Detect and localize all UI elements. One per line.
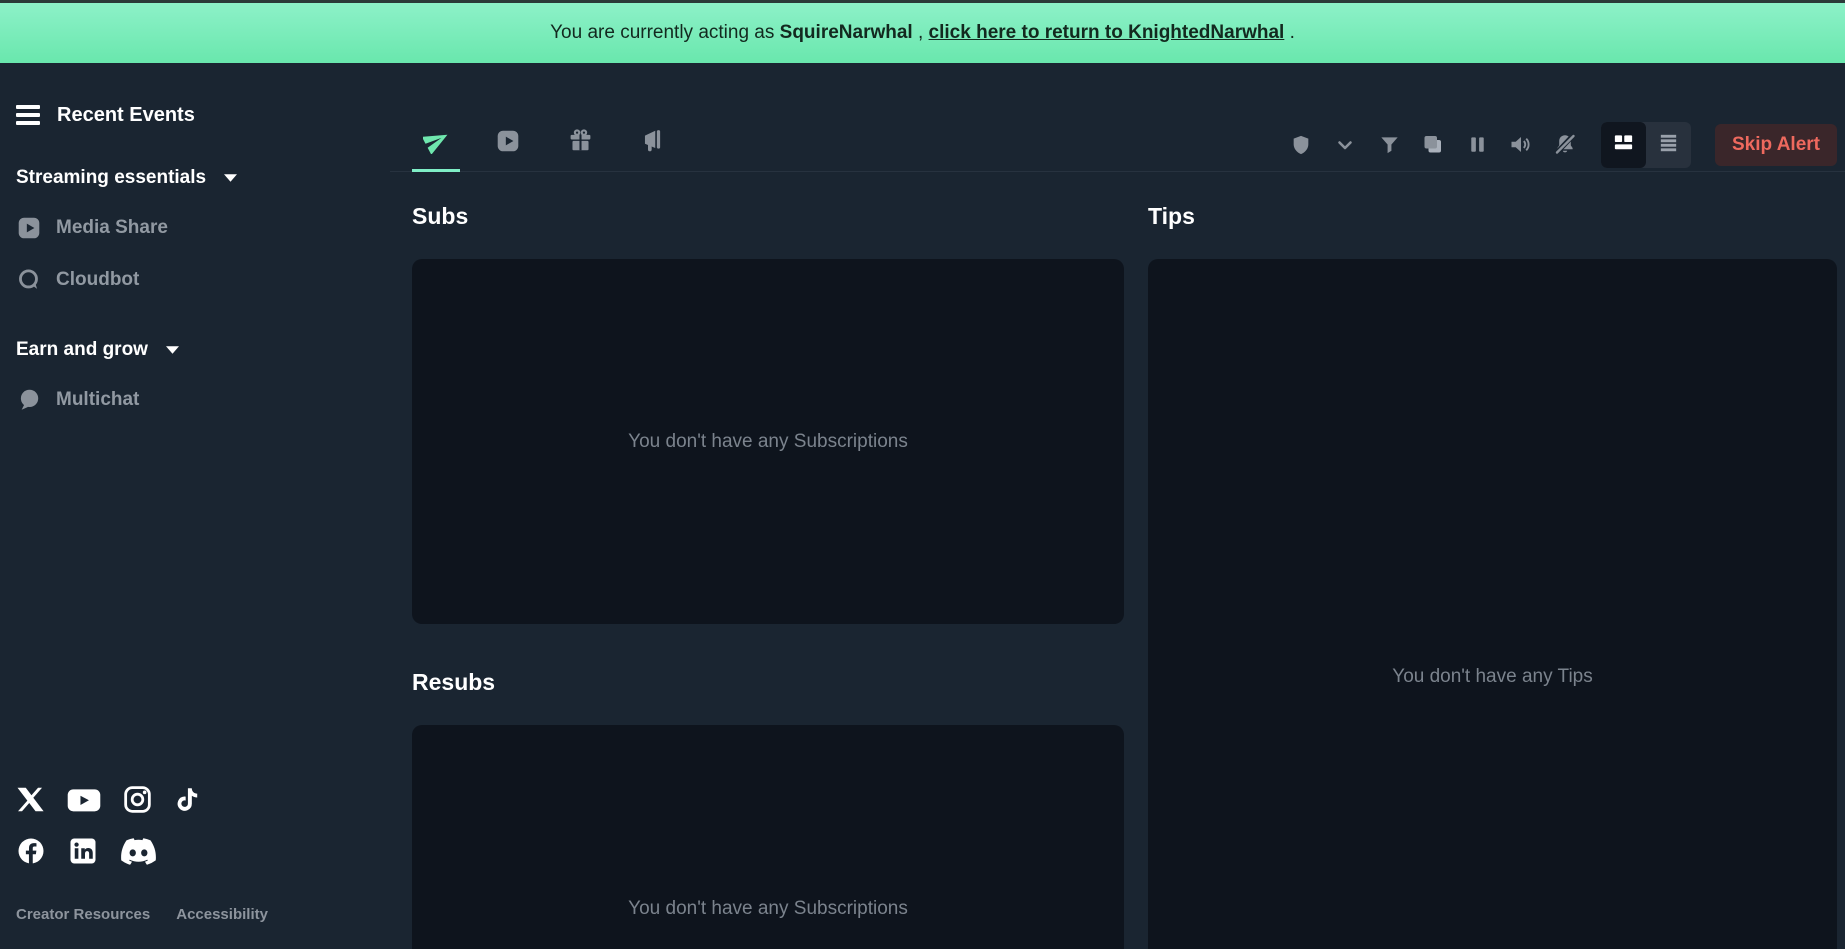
play-icon xyxy=(495,128,521,159)
chevron-down-icon[interactable] xyxy=(1333,133,1357,157)
paper-plane-icon xyxy=(423,127,450,159)
event-type-tabs xyxy=(412,118,700,172)
sidebar-item-label: Multichat xyxy=(56,389,139,411)
section-label: Streaming essentials xyxy=(16,167,206,189)
banner-separator: , xyxy=(913,22,929,44)
toolbar-actions: Skip Alert xyxy=(1289,122,1837,168)
megaphone-icon xyxy=(639,128,665,159)
list-view-button[interactable] xyxy=(1646,122,1691,168)
tab-alerts[interactable] xyxy=(412,118,460,172)
view-toggle xyxy=(1601,122,1691,168)
left-column: Subs You don't have any Subscriptions Re… xyxy=(412,172,1124,949)
shield-icon[interactable] xyxy=(1289,133,1313,157)
tab-gifts[interactable] xyxy=(556,118,604,172)
facebook-icon[interactable] xyxy=(16,836,46,866)
resubs-heading: Resubs xyxy=(412,668,1124,696)
subs-heading: Subs xyxy=(412,202,1124,230)
chevron-down-icon xyxy=(166,346,179,354)
tab-announcements[interactable] xyxy=(628,118,676,172)
list-view-icon xyxy=(1657,131,1680,159)
accessibility-link[interactable]: Accessibility xyxy=(176,906,268,923)
banner-text-suffix: . xyxy=(1284,22,1295,44)
sidebar-section-earn-and-grow[interactable]: Earn and grow xyxy=(16,339,374,361)
gift-icon xyxy=(568,128,593,158)
chevron-down-icon xyxy=(224,174,237,182)
creator-resources-link[interactable]: Creator Resources xyxy=(16,906,150,923)
resubs-panel: You don't have any Subscriptions xyxy=(412,725,1124,949)
acting-as-banner: You are currently acting as SquireNarwha… xyxy=(0,0,1845,63)
resubs-empty-state: You don't have any Subscriptions xyxy=(628,898,908,920)
sidebar-item-label: Cloudbot xyxy=(56,269,139,291)
streamlabs-recent-events-page: You are currently acting as SquireNarwha… xyxy=(0,0,1845,949)
social-row-2 xyxy=(16,836,374,866)
page-title: Recent Events xyxy=(57,104,195,127)
subs-panel: You don't have any Subscriptions xyxy=(412,259,1124,624)
sidebar-header: Recent Events xyxy=(16,103,374,127)
linkedin-icon[interactable] xyxy=(68,836,98,866)
discord-icon[interactable] xyxy=(120,837,157,866)
app-shell: Recent Events Streaming essentials Media… xyxy=(0,63,1845,949)
tips-empty-state: You don't have any Tips xyxy=(1392,666,1592,688)
bell-slash-icon[interactable] xyxy=(1553,133,1577,157)
instagram-icon[interactable] xyxy=(123,785,152,814)
banner-text-prefix: You are currently acting as xyxy=(550,22,780,44)
tips-heading: Tips xyxy=(1148,202,1837,230)
banner-acting-username: SquireNarwhal xyxy=(780,22,913,44)
return-to-owner-link[interactable]: click here to return to KnightedNarwhal xyxy=(929,22,1285,44)
sidebar-item-cloudbot[interactable]: Cloudbot xyxy=(16,267,374,293)
pause-icon[interactable] xyxy=(1465,133,1489,157)
sidebar: Recent Events Streaming essentials Media… xyxy=(0,63,390,949)
main-area: Skip Alert Subs You don't have any Subsc… xyxy=(390,63,1845,949)
subs-empty-state: You don't have any Subscriptions xyxy=(628,431,908,453)
tips-panel: You don't have any Tips xyxy=(1148,259,1837,949)
section-label: Earn and grow xyxy=(16,339,148,361)
skip-alert-button[interactable]: Skip Alert xyxy=(1715,124,1837,166)
tiktok-icon[interactable] xyxy=(174,785,201,814)
sidebar-footer: Creator Resources Accessibility xyxy=(16,906,374,923)
filter-icon[interactable] xyxy=(1377,133,1401,157)
right-column: Tips You don't have any Tips xyxy=(1148,172,1837,949)
sidebar-item-media-share[interactable]: Media Share xyxy=(16,215,374,241)
social-row-1 xyxy=(16,785,374,814)
social-links: Creator Resources Accessibility xyxy=(16,785,374,923)
events-toolbar: Skip Alert xyxy=(390,118,1845,172)
multichat-icon xyxy=(16,387,42,413)
youtube-icon[interactable] xyxy=(67,787,101,813)
tab-media[interactable] xyxy=(484,118,532,172)
copy-icon[interactable] xyxy=(1421,133,1445,157)
media-share-icon xyxy=(16,215,42,241)
sidebar-item-multichat[interactable]: Multichat xyxy=(16,387,374,413)
hamburger-menu-icon[interactable] xyxy=(16,103,42,127)
card-view-button[interactable] xyxy=(1601,122,1646,168)
volume-icon[interactable] xyxy=(1509,133,1533,157)
cloudbot-icon xyxy=(16,267,42,293)
sidebar-item-label: Media Share xyxy=(56,217,168,239)
events-content: Subs You don't have any Subscriptions Re… xyxy=(390,172,1845,949)
sidebar-section-streaming-essentials[interactable]: Streaming essentials xyxy=(16,167,374,189)
card-view-icon xyxy=(1612,131,1635,159)
x-icon[interactable] xyxy=(16,785,45,814)
